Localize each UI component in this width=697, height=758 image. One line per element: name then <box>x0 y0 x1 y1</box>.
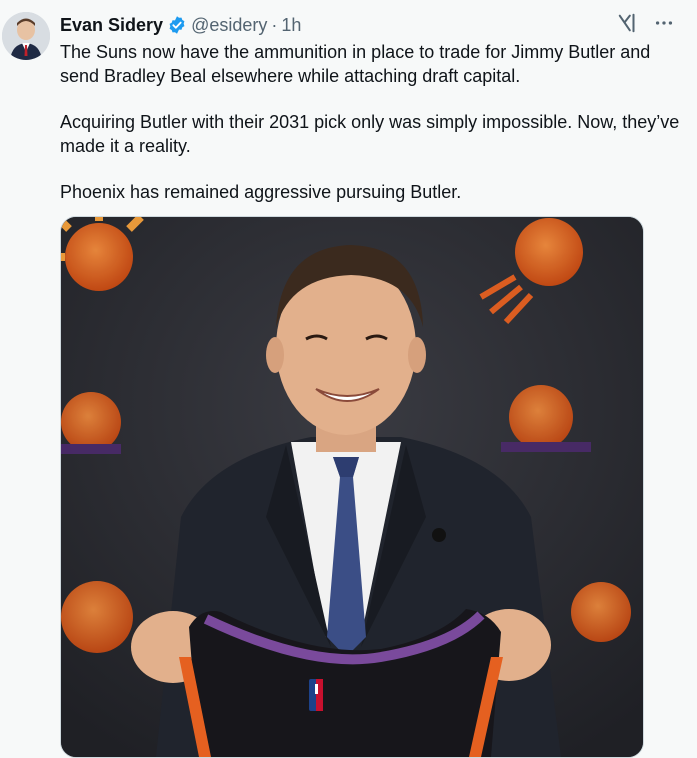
tweet-text: The Suns now have the ammunition in plac… <box>60 40 680 226</box>
separator-dot: · <box>271 14 278 35</box>
tweet-media-photo[interactable] <box>60 216 644 758</box>
tweet-paragraph-1: The Suns now have the ammunition in plac… <box>60 42 651 86</box>
tweet: Evan Sidery @esidery · 1h The Suns now h… <box>0 0 697 758</box>
suns-logo-bottom-right <box>571 582 631 642</box>
tweet-paragraph-3: Phoenix has remained aggressive pursuing… <box>60 182 462 202</box>
more-options-icon[interactable] <box>653 12 675 34</box>
timestamp[interactable]: 1h <box>281 15 301 36</box>
grok-icon[interactable] <box>617 12 639 34</box>
author-name[interactable]: Evan Sidery <box>60 15 163 36</box>
verified-badge-icon <box>167 15 187 35</box>
tweet-header: Evan Sidery @esidery · 1h <box>60 13 301 37</box>
tweet-actions-top <box>617 12 675 34</box>
suns-logo-bottom-left <box>61 581 133 653</box>
author-handle[interactable]: @esidery <box>191 15 267 36</box>
photo-illustration <box>61 217 643 757</box>
suns-logo-mid-left <box>61 392 121 454</box>
tweet-paragraph-2: Acquiring Butler with their 2031 pick on… <box>60 112 680 156</box>
author-avatar[interactable] <box>2 12 50 60</box>
avatar-image <box>2 12 50 60</box>
